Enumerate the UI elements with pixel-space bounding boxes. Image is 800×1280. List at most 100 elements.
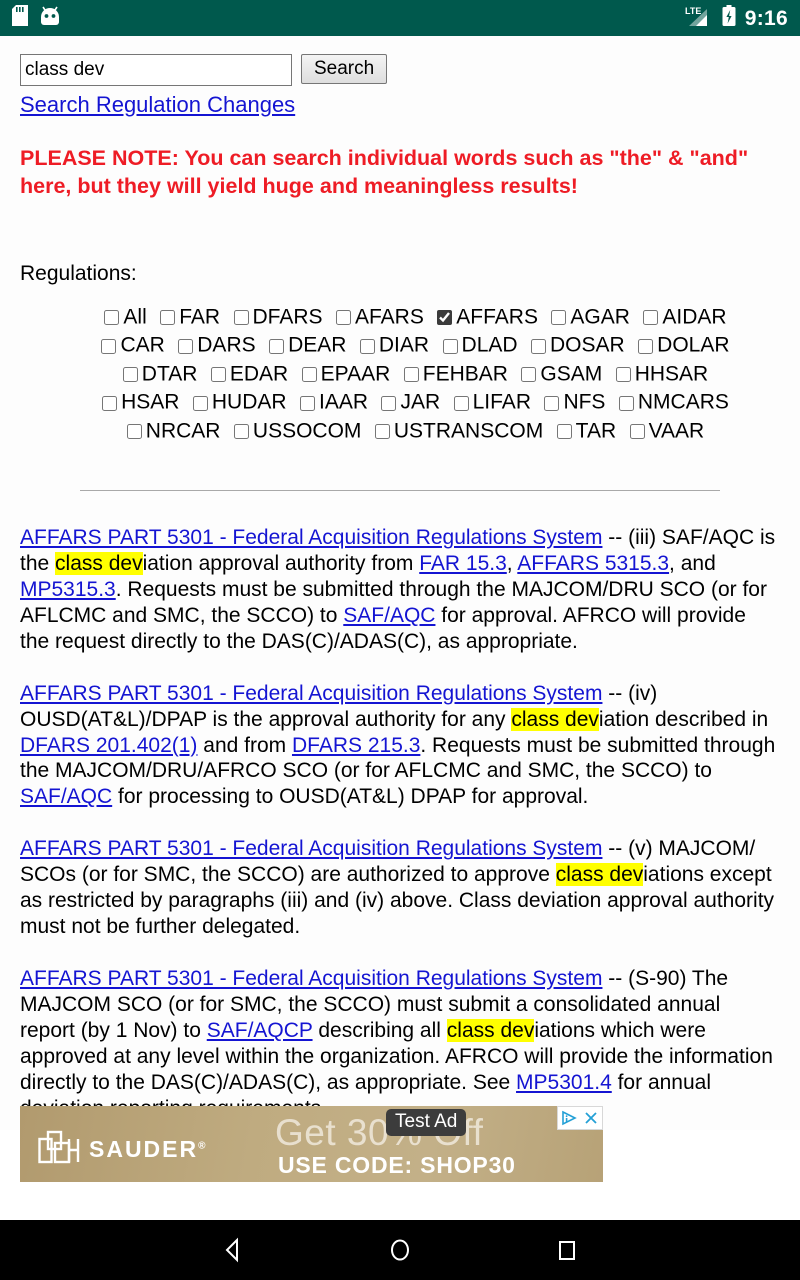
checkbox-label: DIAR: [378, 333, 430, 357]
checkbox-input-nmcars[interactable]: [618, 395, 634, 411]
regulation-checkbox-diar[interactable]: DIAR: [359, 333, 430, 357]
checkbox-input-dear[interactable]: [269, 338, 285, 354]
result-inline-link[interactable]: SAF/AQCP: [207, 1019, 313, 1042]
regulation-checkbox-car[interactable]: CAR: [101, 333, 165, 357]
result-title-link[interactable]: AFFARS PART 5301 - Federal Acquisition R…: [20, 682, 602, 705]
regulation-checkbox-all[interactable]: All: [104, 305, 147, 329]
checkbox-input-edar[interactable]: [210, 367, 226, 383]
checkbox-input-dtar[interactable]: [122, 367, 138, 383]
search-term-highlight: class dev: [511, 707, 599, 731]
result-title-link[interactable]: AFFARS PART 5301 - Federal Acquisition R…: [20, 526, 602, 549]
search-term-highlight: class dev: [446, 1018, 535, 1042]
search-result-item: AFFARS PART 5301 - Federal Acquisition R…: [20, 966, 780, 1122]
checkbox-label: FAR: [179, 305, 221, 329]
checkbox-input-ustranscom[interactable]: [374, 424, 390, 440]
result-inline-link[interactable]: SAF/AQC: [20, 785, 112, 808]
checkbox-label: DARS: [197, 333, 256, 357]
checkbox-input-all[interactable]: [104, 310, 120, 326]
regulation-checkbox-affars[interactable]: AFFARS: [437, 305, 538, 329]
checkbox-input-lifar[interactable]: [453, 395, 469, 411]
checkbox-input-dolar[interactable]: [638, 338, 654, 354]
checkbox-input-vaar[interactable]: [629, 424, 645, 440]
checkbox-input-far[interactable]: [160, 310, 176, 326]
checkbox-input-ussocom[interactable]: [233, 424, 249, 440]
checkbox-input-iaar[interactable]: [300, 395, 316, 411]
result-title-link[interactable]: AFFARS PART 5301 - Federal Acquisition R…: [20, 837, 602, 860]
checkbox-input-gsam[interactable]: [521, 367, 537, 383]
regulation-checkbox-dtar[interactable]: DTAR: [122, 362, 197, 385]
battery-charging-icon: [722, 4, 736, 32]
result-inline-link[interactable]: MP5315.3: [20, 578, 116, 601]
regulation-checkbox-hsar[interactable]: HSAR: [102, 390, 179, 414]
checkbox-input-dars[interactable]: [178, 338, 194, 354]
regulation-checkbox-nrcar[interactable]: NRCAR: [126, 419, 220, 442]
checkbox-input-car[interactable]: [101, 338, 117, 354]
checkbox-input-dlad[interactable]: [442, 338, 458, 354]
regulation-checkbox-epaar[interactable]: EPAAR: [301, 362, 390, 385]
ad-brand-name: SAUDER®: [89, 1136, 208, 1162]
checkbox-input-nfs[interactable]: [544, 395, 560, 411]
result-inline-link[interactable]: FAR 15.3: [419, 552, 507, 575]
checkbox-input-agar[interactable]: [551, 310, 567, 326]
close-icon[interactable]: [580, 1107, 602, 1129]
regulation-checkbox-hudar[interactable]: HUDAR: [192, 390, 287, 414]
checkbox-input-tar[interactable]: [556, 424, 572, 440]
regulation-checkbox-fehbar[interactable]: FEHBAR: [403, 362, 508, 385]
regulation-checkbox-aidar[interactable]: AIDAR: [643, 305, 727, 329]
checkbox-input-hhsar[interactable]: [615, 367, 631, 383]
regulation-checkbox-gsam[interactable]: GSAM: [521, 362, 602, 385]
adchoices-icon[interactable]: [558, 1107, 580, 1129]
regulation-checkbox-edar[interactable]: EDAR: [210, 362, 288, 385]
regulation-checkbox-dfars[interactable]: DFARS: [233, 305, 323, 329]
checkbox-input-diar[interactable]: [359, 338, 375, 354]
regulation-checkbox-dear[interactable]: DEAR: [269, 333, 346, 357]
checkbox-input-afars[interactable]: [335, 310, 351, 326]
search-button[interactable]: Search: [301, 54, 388, 84]
result-inline-link[interactable]: DFARS 215.3: [292, 734, 420, 757]
result-text: for processing to OUSD(AT&L) DPAP for ap…: [112, 785, 589, 809]
checkbox-input-jar[interactable]: [381, 395, 397, 411]
checkbox-input-hsar[interactable]: [102, 395, 118, 411]
ad-logo: SAUDER®: [38, 1130, 208, 1169]
recents-button[interactable]: [539, 1222, 595, 1278]
search-term-highlight: class dev: [555, 863, 644, 887]
checkbox-input-affars[interactable]: [437, 310, 453, 326]
checkbox-input-aidar[interactable]: [643, 310, 659, 326]
lte-signal-icon: LTE: [685, 5, 715, 32]
result-inline-link[interactable]: MP5301.4: [516, 1071, 612, 1094]
regulation-checkbox-iaar[interactable]: IAAR: [300, 390, 368, 414]
regulation-checkbox-dars[interactable]: DARS: [178, 333, 256, 357]
regulation-checkbox-ustranscom[interactable]: USTRANSCOM: [374, 419, 543, 442]
checkbox-input-dosar[interactable]: [531, 338, 547, 354]
result-title-link[interactable]: AFFARS PART 5301 - Federal Acquisition R…: [20, 967, 602, 990]
regulation-checkbox-hhsar[interactable]: HHSAR: [615, 362, 708, 385]
back-button[interactable]: [205, 1222, 261, 1278]
regulation-checkbox-tar[interactable]: TAR: [556, 419, 616, 442]
regulation-checkbox-nfs[interactable]: NFS: [544, 390, 605, 414]
search-regulation-changes-link[interactable]: Search Regulation Changes: [20, 92, 295, 118]
regulation-checkbox-lifar[interactable]: LIFAR: [453, 390, 531, 414]
checkbox-input-hudar[interactable]: [192, 395, 208, 411]
regulation-checkbox-dosar[interactable]: DOSAR: [531, 333, 625, 357]
regulation-checkbox-afars[interactable]: AFARS: [335, 305, 424, 329]
regulation-checkbox-agar[interactable]: AGAR: [551, 305, 630, 329]
regulations-label: Regulations:: [20, 262, 137, 286]
checkbox-input-dfars[interactable]: [233, 310, 249, 326]
regulation-checkbox-far[interactable]: FAR: [160, 305, 221, 329]
result-inline-link[interactable]: AFFARS 5315.3: [517, 552, 669, 575]
regulation-checkbox-vaar[interactable]: VAAR: [629, 419, 704, 442]
result-inline-link[interactable]: SAF/AQC: [343, 604, 435, 627]
regulation-checkbox-jar[interactable]: JAR: [381, 390, 440, 414]
checkbox-input-epaar[interactable]: [301, 367, 317, 383]
regulation-checkbox-dolar[interactable]: DOLAR: [638, 333, 730, 357]
regulation-checkbox-dlad[interactable]: DLAD: [442, 333, 518, 357]
ad-banner[interactable]: SAUDER® Get 30% Off USE CODE: SHOP30 Tes…: [20, 1106, 603, 1182]
regulation-checkbox-ussocom[interactable]: USSOCOM: [233, 419, 361, 442]
home-button[interactable]: [372, 1222, 428, 1278]
search-input[interactable]: [20, 54, 292, 86]
please-note-warning: PLEASE NOTE: You can search individual w…: [20, 146, 749, 198]
regulation-checkbox-nmcars[interactable]: NMCARS: [618, 390, 729, 414]
checkbox-input-fehbar[interactable]: [403, 367, 419, 383]
result-inline-link[interactable]: DFARS 201.402(1): [20, 734, 197, 757]
checkbox-input-nrcar[interactable]: [126, 424, 142, 440]
